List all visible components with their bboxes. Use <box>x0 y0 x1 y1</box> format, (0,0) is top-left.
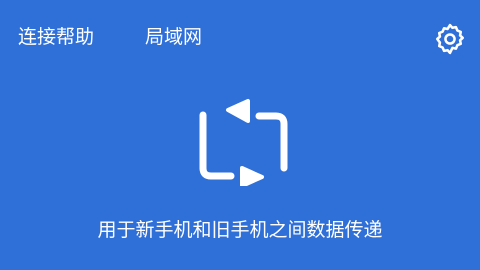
gear-icon <box>435 23 465 55</box>
connection-help-link[interactable]: 连接帮助 <box>18 24 94 50</box>
transfer-home-screen: { "theme": { "background": "#2f6fd8", "f… <box>0 0 480 270</box>
transfer-description: 用于新手机和旧手机之间数据传递 <box>97 219 383 241</box>
transfer-arrows-icon <box>192 97 290 186</box>
top-bar: 连接帮助 局域网 <box>0 0 480 76</box>
lan-link[interactable]: 局域网 <box>145 24 202 50</box>
settings-button[interactable] <box>433 22 467 56</box>
